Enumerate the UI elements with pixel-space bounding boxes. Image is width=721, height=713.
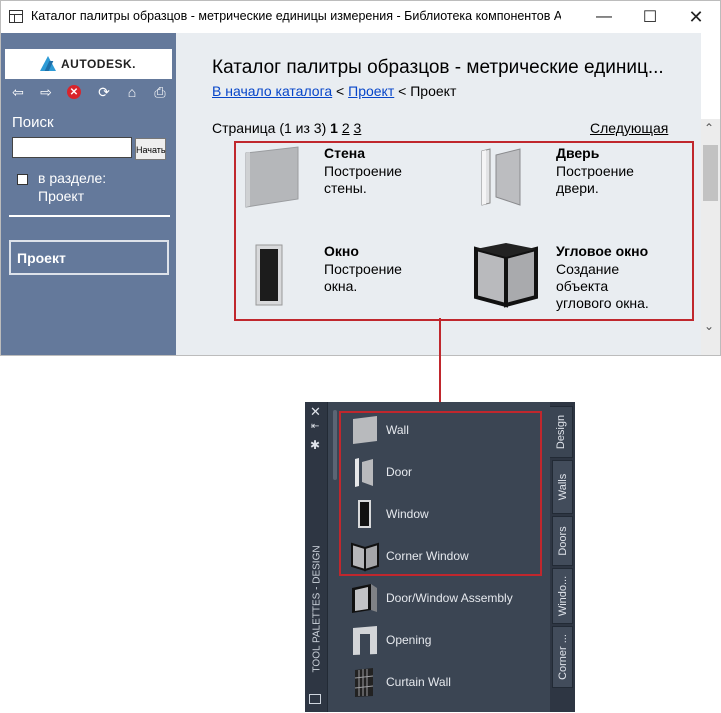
autodesk-logo-icon — [40, 56, 56, 71]
logo-text: AUTODESK. — [61, 57, 136, 71]
palette-tabs: Design Walls Doors Windo... Corner ... — [550, 402, 575, 712]
tab-corner-windows[interactable]: Corner ... — [552, 626, 573, 688]
catalog-window: Каталог палитры образцов - метрические е… — [0, 0, 721, 356]
breadcrumb-current: Проект — [410, 83, 457, 99]
maximize-button[interactable]: ☐ — [627, 1, 673, 33]
in-section-label: в разделе: — [38, 170, 107, 186]
project-button[interactable]: Проект — [9, 240, 169, 275]
close-button[interactable]: ✕ — [673, 1, 719, 33]
palette-highlight-box — [339, 411, 542, 576]
breadcrumb-separator: < — [394, 83, 411, 99]
back-arrow-icon[interactable]: ⇦ — [9, 83, 27, 101]
sidebar-divider — [9, 215, 170, 217]
palette-properties-icon[interactable]: ✱ — [310, 438, 320, 452]
pager-page-2-link[interactable]: 2 — [342, 120, 350, 136]
autodesk-logo: AUTODESK. — [5, 49, 172, 79]
pager-page-3-link[interactable]: 3 — [354, 120, 362, 136]
highlight-box — [234, 141, 694, 321]
tab-windows[interactable]: Windo... — [552, 568, 573, 624]
nav-toolbar: ⇦ ⇨ ✕ ⟳ ⌂ ⎙ — [9, 83, 174, 103]
scroll-down-icon[interactable]: ⌄ — [704, 319, 714, 333]
tab-label: Corner ... — [556, 634, 569, 680]
app-window-icon — [9, 10, 23, 23]
tab-label: Doors — [556, 526, 569, 556]
home-icon[interactable]: ⌂ — [123, 83, 141, 101]
in-section-checkbox[interactable] — [17, 174, 28, 185]
palette-title: TOOL PALETTES - DESIGN — [311, 545, 323, 673]
palette-autohide-icon[interactable]: ⇤ — [311, 421, 319, 432]
tab-design[interactable]: Design — [550, 406, 573, 458]
pager-text: Страница (1 из 3) — [212, 120, 331, 136]
window-title: Каталог палитры образцов - метрические е… — [31, 9, 561, 23]
palette-title-strip[interactable]: ✕ ⇤ ✱ TOOL PALETTES - DESIGN — [305, 402, 327, 712]
minimize-button[interactable]: — — [581, 1, 627, 33]
scroll-up-icon[interactable]: ⌃ — [704, 121, 714, 135]
tab-walls[interactable]: Walls — [552, 460, 573, 514]
palette-scrollbar[interactable] — [333, 410, 337, 480]
breadcrumb-project-link[interactable]: Проект — [348, 83, 394, 99]
tab-label: Walls — [556, 473, 569, 501]
connector-line — [439, 318, 441, 412]
title-bar[interactable]: Каталог палитры образцов - метрические е… — [1, 1, 720, 33]
palette-close-icon[interactable]: ✕ — [310, 404, 321, 420]
palette-item-curtain-wall[interactable]: Curtain Wall — [351, 662, 551, 702]
palette-item-opening[interactable]: Opening — [351, 620, 551, 660]
door-window-assembly-icon — [352, 584, 377, 613]
palette-menu-icon[interactable] — [309, 694, 321, 704]
forward-arrow-icon[interactable]: ⇨ — [37, 83, 55, 101]
search-label: Поиск — [12, 114, 54, 131]
palette-item-label: Door/Window Assembly — [386, 591, 513, 605]
scroll-thumb[interactable] — [703, 145, 718, 201]
opening-icon — [353, 626, 377, 655]
pager: Страница (1 из 3) 1 2 3 — [212, 120, 361, 136]
breadcrumb-separator: < — [332, 83, 349, 99]
curtain-wall-icon — [354, 668, 374, 697]
breadcrumb: В начало каталога < Проект < Проект — [212, 83, 456, 99]
tab-label: Windo... — [556, 575, 569, 617]
in-section-value: Проект — [38, 188, 85, 204]
palette-item-label: Opening — [386, 633, 432, 647]
sidebar: AUTODESK. ⇦ ⇨ ✕ ⟳ ⌂ ⎙ Поиск Начать в раз… — [1, 33, 176, 355]
page-title: Каталог палитры образцов - метрические е… — [212, 57, 664, 78]
vertical-scrollbar[interactable]: ⌃ ⌄ — [701, 119, 720, 355]
palette-item-door-window-assembly[interactable]: Door/Window Assembly — [351, 578, 551, 618]
stop-icon[interactable]: ✕ — [67, 85, 81, 99]
print-icon[interactable]: ⎙ — [151, 83, 169, 101]
catalog-main: Каталог палитры образцов - метрические е… — [176, 33, 701, 355]
next-page-link[interactable]: Следующая — [590, 120, 668, 136]
search-start-button[interactable]: Начать — [135, 138, 166, 160]
pager-current: 1 — [330, 120, 338, 136]
refresh-icon[interactable]: ⟳ — [95, 83, 113, 101]
tab-doors[interactable]: Doors — [552, 516, 573, 566]
search-input[interactable] — [12, 137, 132, 158]
breadcrumb-home-link[interactable]: В начало каталога — [212, 83, 332, 99]
tab-label: Design — [555, 414, 567, 450]
palette-item-label: Curtain Wall — [386, 675, 451, 689]
